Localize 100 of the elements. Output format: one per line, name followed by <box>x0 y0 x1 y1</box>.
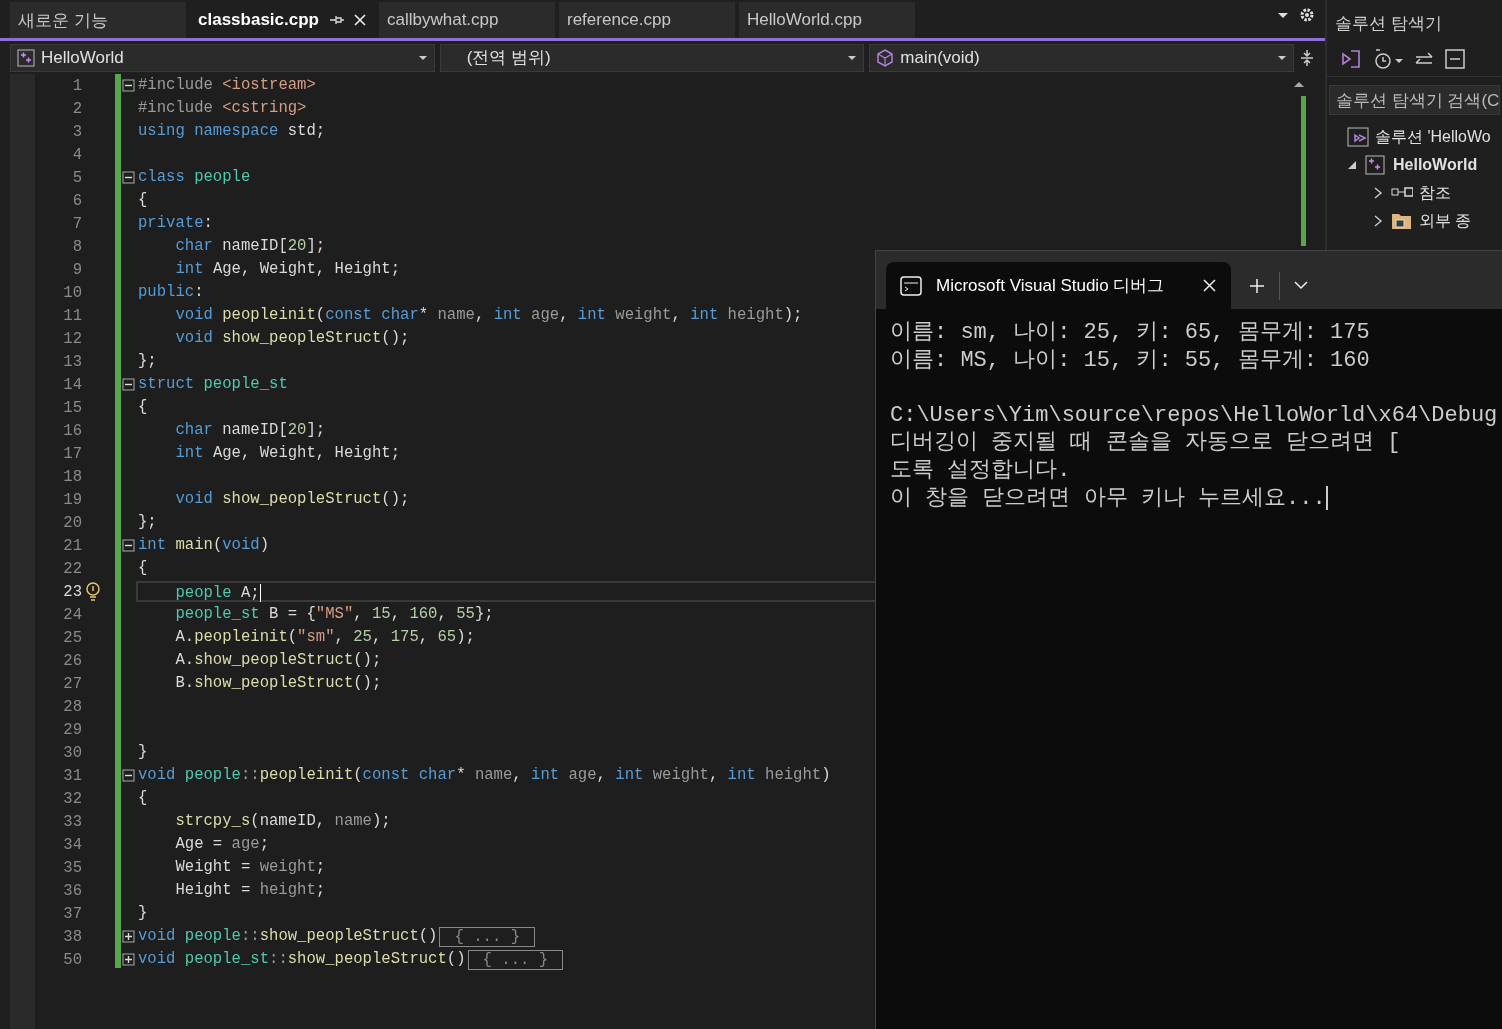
code-line: A.peopleinit("sm", 25, 175, 65); <box>174 627 475 648</box>
line-number: 32 <box>62 789 82 808</box>
code-line: { <box>138 397 148 418</box>
settings-icon[interactable] <box>1299 7 1315 23</box>
code-line: int main(void) <box>138 535 270 556</box>
search-field[interactable]: 솔루션 탐색기 검색(C <box>1329 85 1500 115</box>
code-line: #include <iostream> <box>138 75 316 96</box>
folder-icon <box>1391 211 1413 231</box>
line-number: 18 <box>62 467 82 486</box>
expand-icon[interactable] <box>122 930 135 943</box>
caret-icon[interactable] <box>417 53 428 62</box>
line-number: 17 <box>62 444 82 463</box>
dropdown-icon[interactable] <box>1294 281 1308 290</box>
code-line: Height = height; <box>174 880 326 901</box>
tree-item[interactable]: 솔루션 'HelloWo <box>1375 126 1491 148</box>
collapsed-icon[interactable] <box>1373 187 1383 199</box>
line-number: 31 <box>62 766 82 785</box>
line-number: 35 <box>62 858 82 877</box>
split-icon[interactable] <box>1299 49 1315 66</box>
project-icon <box>17 48 35 67</box>
dropdown[interactable]: main(void) <box>869 43 1294 72</box>
collapse-icon[interactable] <box>122 769 135 782</box>
caret-icon[interactable] <box>1277 53 1287 62</box>
code-line: void peopleinit(const char* name, int age, int weight, int height); <box>174 305 803 326</box>
line-number: 23 <box>62 582 82 601</box>
collapsed-code-box[interactable]: { ... } <box>439 926 535 947</box>
line-number: 11 <box>62 306 82 325</box>
line-number: 34 <box>62 835 82 854</box>
code-line: void people_st::show_peopleStruct() <box>138 949 466 970</box>
code-line: using namespace std; <box>138 121 326 142</box>
dropdown[interactable]: (전역 범위) <box>439 43 865 72</box>
code-line: { <box>138 558 148 579</box>
line-number: 7 <box>71 214 82 233</box>
history-icon[interactable] <box>1373 49 1403 69</box>
code-line: Age = age; <box>174 834 269 855</box>
line-number: 10 <box>62 283 82 302</box>
caret-icon[interactable] <box>847 53 858 62</box>
plus-icon[interactable] <box>1249 277 1265 294</box>
code-line: private: <box>138 213 213 234</box>
code-line: void people::peopleinit(const char* name, int age, int weight, int height) <box>138 765 831 786</box>
collapse-icon[interactable] <box>122 378 135 391</box>
terminal-tab[interactable]: Microsoft Visual Studio 디버그 <box>886 262 1231 309</box>
line-number: 4 <box>71 145 82 164</box>
line-number: 33 <box>62 812 82 831</box>
line-number: 27 <box>62 674 82 693</box>
project-icon <box>1365 155 1387 175</box>
line-number: 20 <box>62 513 82 532</box>
collapse-icon[interactable] <box>122 171 135 184</box>
line-number: 16 <box>62 421 82 440</box>
code-line: public: <box>138 282 204 303</box>
expanded-icon[interactable] <box>1347 160 1357 170</box>
code-line: } <box>138 903 148 924</box>
tree-item[interactable]: HelloWorld <box>1393 156 1478 174</box>
scroll-up-icon[interactable] <box>1293 80 1305 88</box>
code-line: } <box>138 742 148 763</box>
console-output-line: 이 창을 닫으려면 아무 키나 누르세요... <box>890 485 1326 511</box>
dropdown-icon[interactable] <box>1277 10 1289 20</box>
code-line: void show_peopleStruct(); <box>174 328 410 349</box>
editor-tab[interactable]: 새로운 기능 <box>10 2 186 38</box>
solution-icon <box>1347 127 1369 147</box>
collapsed-code-box[interactable]: { ... } <box>467 949 564 970</box>
line-number: 30 <box>62 743 82 762</box>
code-line: Weight = weight; <box>174 857 326 878</box>
pin-icon[interactable] <box>329 14 345 26</box>
line-number: 8 <box>71 237 82 256</box>
code-line: struct people_st <box>138 374 288 395</box>
collapse-icon[interactable] <box>122 539 135 552</box>
line-number: 38 <box>62 927 82 946</box>
console-output-line: 도록 설정합니다. <box>890 457 1071 483</box>
close-icon[interactable] <box>353 13 367 27</box>
code-line: int Age, Weight, Height; <box>174 259 401 280</box>
line-number: 3 <box>71 122 82 141</box>
editor-tab[interactable]: HelloWorld.cpp <box>739 2 915 38</box>
code-line: B.show_peopleStruct(); <box>174 673 382 694</box>
line-number: 28 <box>62 697 82 716</box>
collapse-icon[interactable] <box>122 79 135 92</box>
line-number: 15 <box>62 398 82 417</box>
editor-tab[interactable]: callbywhat.cpp <box>379 2 555 38</box>
sync-icon[interactable] <box>1415 51 1433 67</box>
line-number: 25 <box>62 628 82 647</box>
console-icon <box>900 275 922 296</box>
editor-tab[interactable]: reference.cpp <box>559 2 735 38</box>
tree-item[interactable]: 외부 종 <box>1419 210 1472 232</box>
line-number: 6 <box>71 191 82 210</box>
line-number: 2 <box>71 99 82 118</box>
tree-item[interactable]: 참조 <box>1419 182 1451 204</box>
solution-icon[interactable] <box>1339 48 1361 70</box>
panel-title: 솔루션 탐색기 <box>1334 13 1443 35</box>
code-line: people A; <box>136 581 876 602</box>
code-line: class people <box>138 167 251 188</box>
collapse-all-icon[interactable] <box>1445 49 1465 69</box>
code-line: strcpy_s(nameID, name); <box>174 811 391 832</box>
lightbulb-icon[interactable] <box>85 582 101 601</box>
dropdown[interactable]: HelloWorld <box>10 43 435 72</box>
cube-icon <box>876 48 895 67</box>
code-line: { <box>138 788 148 809</box>
line-number: 14 <box>62 375 82 394</box>
close-icon[interactable] <box>1202 278 1217 293</box>
collapsed-icon[interactable] <box>1373 215 1383 227</box>
expand-icon[interactable] <box>122 953 135 966</box>
